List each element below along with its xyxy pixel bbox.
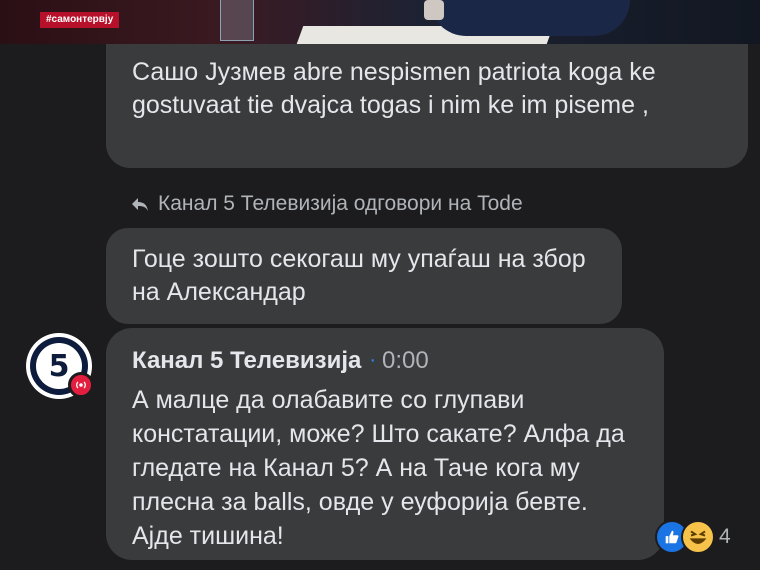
reply-comment-bubble[interactable]: Гоце зошто секогаш му упаѓаш на збор на …	[106, 228, 622, 324]
reply-notice-text: Канал 5 Телевизија одговори на Tode	[158, 192, 523, 215]
live-broadcast-icon	[68, 372, 94, 398]
video-hashtag-label: #самонтервју	[40, 12, 120, 28]
reactions-summary[interactable]: 4	[655, 520, 731, 554]
comment-header: Канал 5 Телевизија · 0:00	[132, 344, 638, 377]
video-watch-shape	[424, 0, 444, 20]
comment-bubble[interactable]: Сашо Јузмев abre nespismen patriota koga…	[106, 44, 748, 168]
reply-comment-text: Гоце зошто секогаш му упаѓаш на збор на …	[132, 245, 586, 306]
reply-arrow-icon	[130, 194, 150, 214]
comment-timestamp[interactable]: 0:00	[382, 344, 429, 377]
comment-text: Сашо Јузмев abre nespismen patriota koga…	[132, 58, 656, 119]
page-comment-text: А малце да олабавите со глупави констата…	[132, 386, 625, 550]
haha-icon	[681, 520, 715, 554]
reaction-count: 4	[719, 525, 731, 548]
reply-notice[interactable]: Канал 5 Телевизија одговори на Tode	[130, 192, 523, 216]
comment-author-link[interactable]: Канал 5 Телевизија	[132, 344, 361, 377]
page-comment-bubble[interactable]: Канал 5 Телевизија · 0:00 А малце да ола…	[106, 328, 664, 560]
separator-dot: ·	[369, 349, 377, 371]
avatar-label: 5	[49, 349, 70, 384]
video-person-shape	[430, 0, 630, 36]
video-glass-object	[220, 0, 254, 41]
video-frame-strip[interactable]: #самонтервју	[0, 0, 760, 44]
